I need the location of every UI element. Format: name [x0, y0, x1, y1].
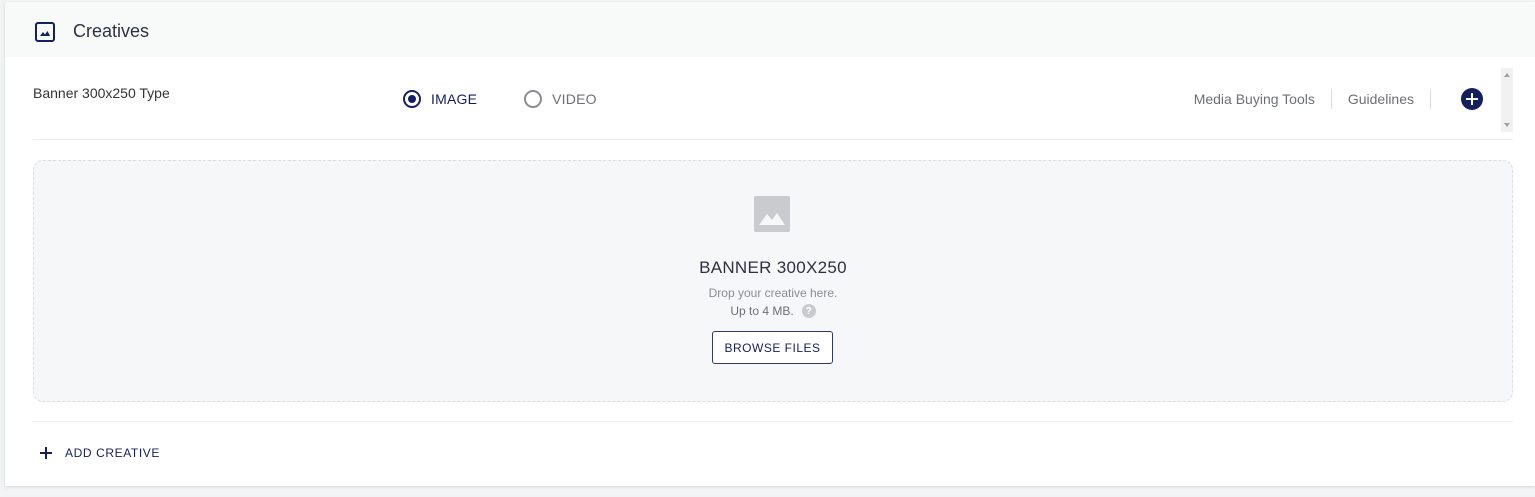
- link-divider: [1430, 89, 1431, 109]
- dropzone-size-row: Up to 4 MB. ?: [34, 304, 1512, 318]
- radio-image-label: IMAGE: [431, 91, 478, 107]
- image-icon: [35, 22, 55, 42]
- radio-checked-icon[interactable]: [403, 90, 421, 108]
- image-placeholder-icon: [754, 196, 790, 232]
- toolbar-links: Media Buying Tools Guidelines: [1178, 87, 1483, 111]
- add-creative-label: ADD CREATIVE: [65, 446, 160, 460]
- creative-dropzone[interactable]: BANNER 300X250 Drop your creative here. …: [33, 160, 1513, 402]
- guidelines-link[interactable]: Guidelines: [1332, 91, 1430, 107]
- creatives-card: Creatives Banner 300x250 Type IMAGE VIDE…: [5, 2, 1535, 486]
- help-icon[interactable]: ?: [801, 304, 816, 318]
- section-title: Creatives: [73, 21, 150, 41]
- scroll-down-arrow-icon[interactable]: [1504, 123, 1510, 127]
- radio-video-label: VIDEO: [552, 91, 597, 107]
- footer-divider: [33, 421, 1513, 422]
- plus-circle-icon[interactable]: [1461, 88, 1483, 110]
- banner-type-label: Banner 300x250 Type: [33, 85, 170, 101]
- dropzone-title: BANNER 300X250: [699, 258, 847, 277]
- size-limit-text: Up to 4 MB.: [730, 304, 794, 318]
- media-buying-tools-link[interactable]: Media Buying Tools: [1178, 91, 1331, 107]
- radio-image[interactable]: IMAGE: [403, 90, 477, 108]
- creative-type-radio-group: IMAGE VIDEO: [403, 90, 644, 108]
- plus-icon: [40, 447, 52, 459]
- radio-unchecked-icon[interactable]: [524, 90, 543, 108]
- banner-type-row: Banner 300x250 Type IMAGE VIDEO Media Bu…: [33, 68, 1513, 140]
- radio-dot: [408, 95, 416, 103]
- scrollbar[interactable]: [1501, 68, 1513, 132]
- card-header: Creatives: [5, 2, 1535, 57]
- scroll-up-arrow-icon[interactable]: [1504, 73, 1510, 77]
- dropzone-hint: Drop your creative here.: [708, 286, 838, 300]
- browse-files-button[interactable]: BROWSE FILES: [712, 331, 833, 364]
- add-creative-button[interactable]: ADD CREATIVE: [40, 446, 160, 460]
- radio-video[interactable]: VIDEO: [524, 90, 597, 108]
